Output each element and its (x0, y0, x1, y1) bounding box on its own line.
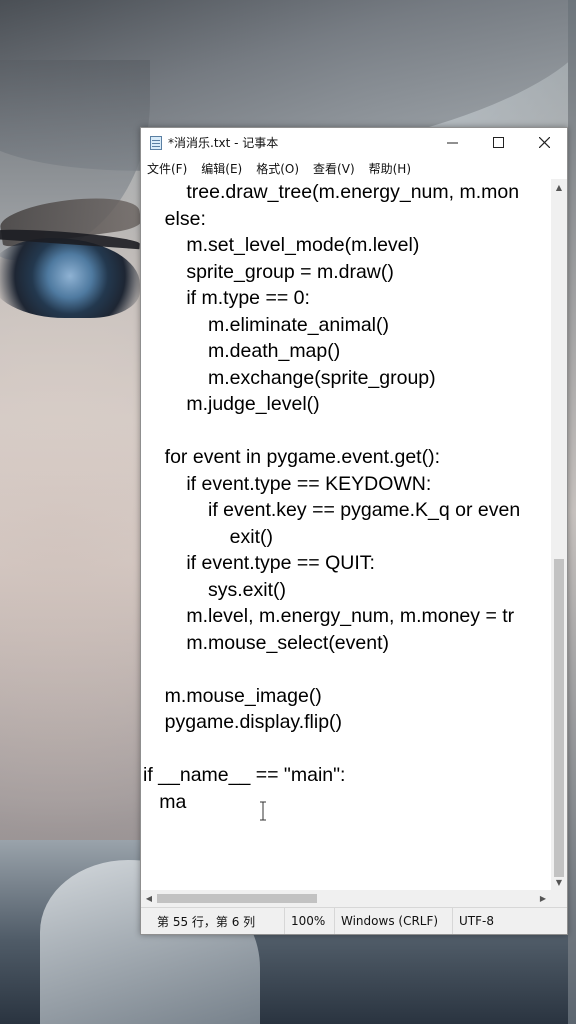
close-button[interactable] (521, 128, 567, 157)
code-line-14: exit() (143, 525, 274, 548)
code-line-20: m.mouse_image() (143, 684, 322, 707)
code-line-15: if event.type == QUIT: (143, 552, 375, 574)
code-line-23: if __name__ == "main": (143, 764, 346, 786)
vertical-scroll-thumb[interactable] (554, 559, 564, 877)
scrollbar-corner (551, 890, 567, 907)
notepad-icon (150, 135, 162, 150)
code-line-7: m.death_map() (143, 340, 341, 362)
code-line-17: m.level, m.energy_num, m.money = tr (143, 605, 515, 627)
minimize-button[interactable] (429, 128, 475, 157)
code-line-18: m.mouse_select(event) (143, 631, 390, 654)
code-line-5: if m.type == 0: (143, 287, 310, 309)
maximize-icon (492, 137, 504, 148)
code-line-3: m.set_level_mode(m.level) (143, 234, 420, 256)
code-line-9: m.judge_level() (143, 393, 320, 415)
status-zoom: 100% (284, 908, 334, 934)
code-line-16: sys.exit() (143, 578, 287, 601)
code-line-8: m.exchange(sprite_group) (143, 366, 436, 389)
status-bar: 第 55 行，第 6 列 100% Windows (CRLF) UTF-8 (141, 907, 567, 934)
wallpaper-face (0, 420, 140, 840)
code-line-6: m.eliminate_animal() (143, 313, 389, 336)
menu-format[interactable]: 格式(O) (256, 160, 299, 177)
close-icon (538, 137, 550, 148)
code-line-12: if event.type == KEYDOWN: (143, 472, 432, 495)
scroll-down-arrow-icon[interactable]: ▼ (551, 874, 567, 890)
menu-file[interactable]: 文件(F) (147, 160, 187, 177)
window-controls (429, 128, 567, 157)
status-line-ending: Windows (CRLF) (334, 908, 452, 934)
code-line-21: pygame.display.flip() (143, 711, 343, 733)
maximize-button[interactable] (475, 128, 521, 157)
wallpaper-right-edge (568, 0, 576, 1024)
menu-bar: 文件(F) 编辑(E) 格式(O) 查看(V) 帮助(H) (141, 157, 567, 179)
status-cursor-position: 第 55 行，第 6 列 (157, 914, 256, 929)
notepad-window: *消消乐.txt - 记事本 文件(F) 编辑(E) 格式(O) 查看(V) 帮… (140, 127, 568, 935)
window-title: *消消乐.txt - 记事本 (168, 136, 279, 150)
scroll-right-arrow-icon[interactable]: ▶ (535, 890, 551, 907)
title-bar[interactable]: *消消乐.txt - 记事本 (141, 128, 567, 157)
code-line-11: for event in pygame.event.get(): (143, 446, 440, 468)
code-line-4: sprite_group = m.draw() (143, 260, 394, 283)
menu-view[interactable]: 查看(V) (313, 160, 355, 177)
vertical-scrollbar[interactable]: ▲ ▼ (551, 179, 567, 890)
minimize-icon (446, 142, 458, 144)
code-line-13: if event.key == pygame.K_q or even (143, 499, 521, 521)
horizontal-scroll-thumb[interactable] (157, 894, 317, 903)
menu-help[interactable]: 帮助(H) (369, 160, 411, 177)
text-editor[interactable]: tree.draw_tree(m.energy_num, m.mon else:… (141, 179, 551, 890)
code-line-2: else: (143, 207, 206, 230)
menu-edit[interactable]: 编辑(E) (201, 160, 242, 177)
scroll-up-arrow-icon[interactable]: ▲ (551, 179, 567, 195)
horizontal-scrollbar[interactable]: ◀ ▶ (141, 890, 551, 907)
code-line-24: ma (143, 790, 187, 813)
code-line-1: tree.draw_tree(m.energy_num, m.mon (143, 181, 520, 203)
scroll-left-arrow-icon[interactable]: ◀ (141, 890, 157, 907)
status-encoding: UTF-8 (452, 908, 562, 934)
ibeam-cursor-icon (260, 801, 266, 821)
